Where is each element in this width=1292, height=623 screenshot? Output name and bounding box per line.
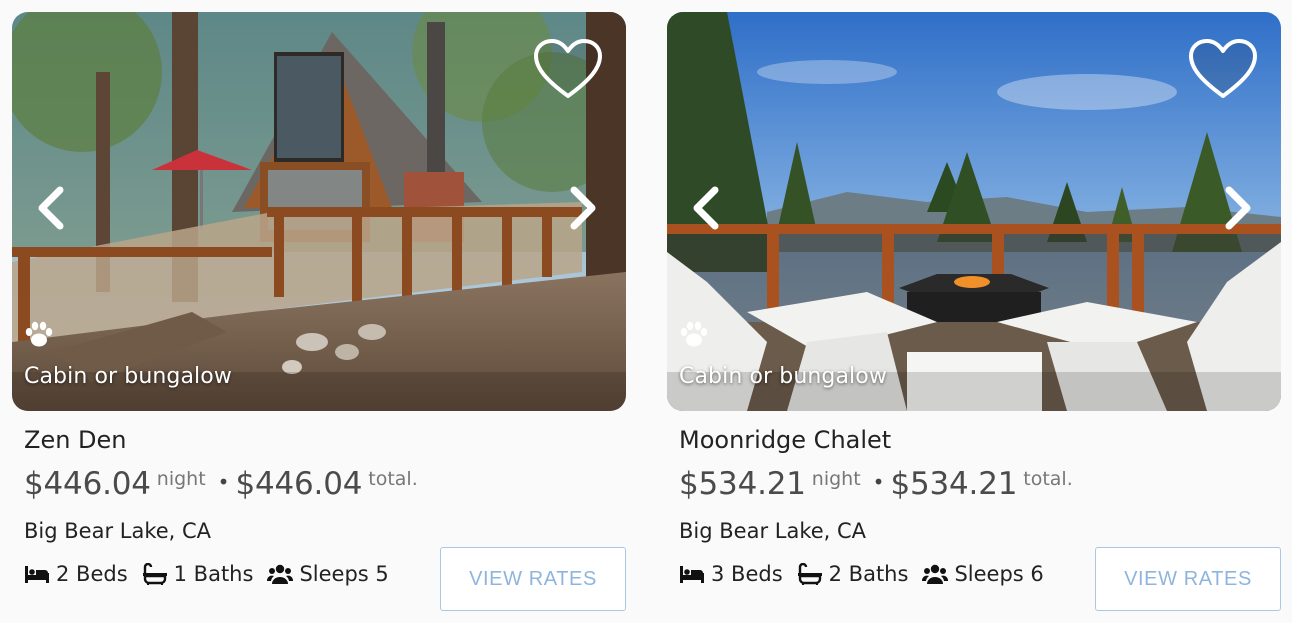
night-label: night [156,468,206,490]
price-separator: • [872,470,885,494]
beds-item: 2 Beds [24,562,128,586]
night-label: night [811,468,861,490]
users-icon [267,564,294,584]
users-icon [922,564,949,584]
view-rates-button[interactable]: VIEW RATES [440,547,626,611]
paw-icon [25,321,53,347]
total-price: $534.21 [890,466,1018,502]
beds-item: 3 Beds [679,562,783,586]
view-rates-button[interactable]: VIEW RATES [1095,547,1281,611]
nightly-price: $534.21 [679,466,806,502]
chevron-right-icon[interactable] [1219,186,1255,230]
sleeps-label: Sleeps 5 [299,562,389,586]
bed-icon [25,566,49,583]
listing-card[interactable]: Cabin or bungalow Moonridge Chalet $534.… [667,12,1282,612]
listing-card[interactable]: Cabin or bungalow Zen Den $446.04 night • $… [12,12,627,612]
amenities: 3 Beds 2 Baths Sleeps 6 [679,562,1058,586]
total-label: total. [1023,468,1073,490]
baths-label: 2 Baths [828,562,909,586]
paw-icon [680,321,708,347]
bathtub-icon [797,563,822,585]
total-label: total. [368,468,418,490]
total-price: $446.04 [235,466,363,502]
listing-photo[interactable]: Cabin or bungalow [12,12,626,411]
baths-label: 1 Baths [173,562,254,586]
chevron-left-icon[interactable] [34,186,70,230]
sleeps-item: Sleeps 5 [267,562,389,586]
baths-item: 1 Baths [142,562,254,586]
property-type-label: Cabin or bungalow [679,364,887,389]
beds-label: 2 Beds [56,562,128,586]
property-type-label: Cabin or bungalow [24,364,232,389]
listing-location: Big Bear Lake, CA [24,519,212,543]
sleeps-label: Sleeps 6 [954,562,1044,586]
listing-photo[interactable]: Cabin or bungalow [667,12,1281,411]
beds-label: 3 Beds [711,562,783,586]
listing-location: Big Bear Lake, CA [679,519,867,543]
price-separator: • [217,470,230,494]
heart-outline-icon[interactable] [532,38,604,102]
baths-item: 2 Baths [797,562,909,586]
chevron-right-icon[interactable] [564,186,600,230]
price-row: $446.04 night • $446.04 total. [24,466,424,502]
listing-title[interactable]: Zen Den [24,426,127,454]
sleeps-item: Sleeps 6 [922,562,1044,586]
bed-icon [680,566,704,583]
amenities: 2 Beds 1 Baths Sleeps 5 [24,562,403,586]
chevron-left-icon[interactable] [689,186,725,230]
heart-outline-icon[interactable] [1187,38,1259,102]
listing-title[interactable]: Moonridge Chalet [679,426,891,454]
bathtub-icon [142,563,167,585]
listing-grid: Cabin or bungalow Zen Den $446.04 night • $… [0,0,1292,623]
nightly-price: $446.04 [24,466,151,502]
price-row: $534.21 night • $534.21 total. [679,466,1079,502]
